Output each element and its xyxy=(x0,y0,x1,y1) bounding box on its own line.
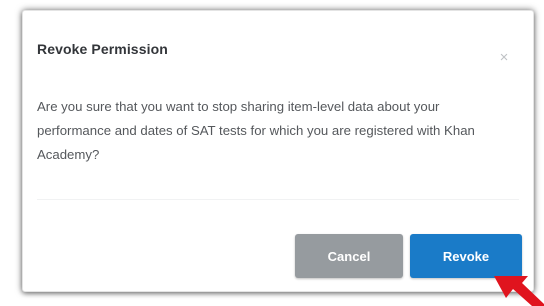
dialog-title: Revoke Permission xyxy=(37,41,168,57)
revoke-permission-dialog: Revoke Permission × Are you sure that yo… xyxy=(22,10,534,292)
close-icon[interactable]: × xyxy=(497,50,511,65)
cancel-button[interactable]: Cancel xyxy=(295,234,403,278)
screen: Revoke Permission × Are you sure that yo… xyxy=(0,0,544,306)
red-arrow-icon xyxy=(488,274,544,306)
dialog-header: Revoke Permission × xyxy=(23,11,533,71)
revoke-button[interactable]: Revoke xyxy=(410,234,522,278)
footer-divider xyxy=(37,199,519,200)
dialog-message: Are you sure that you want to stop shari… xyxy=(37,99,475,162)
